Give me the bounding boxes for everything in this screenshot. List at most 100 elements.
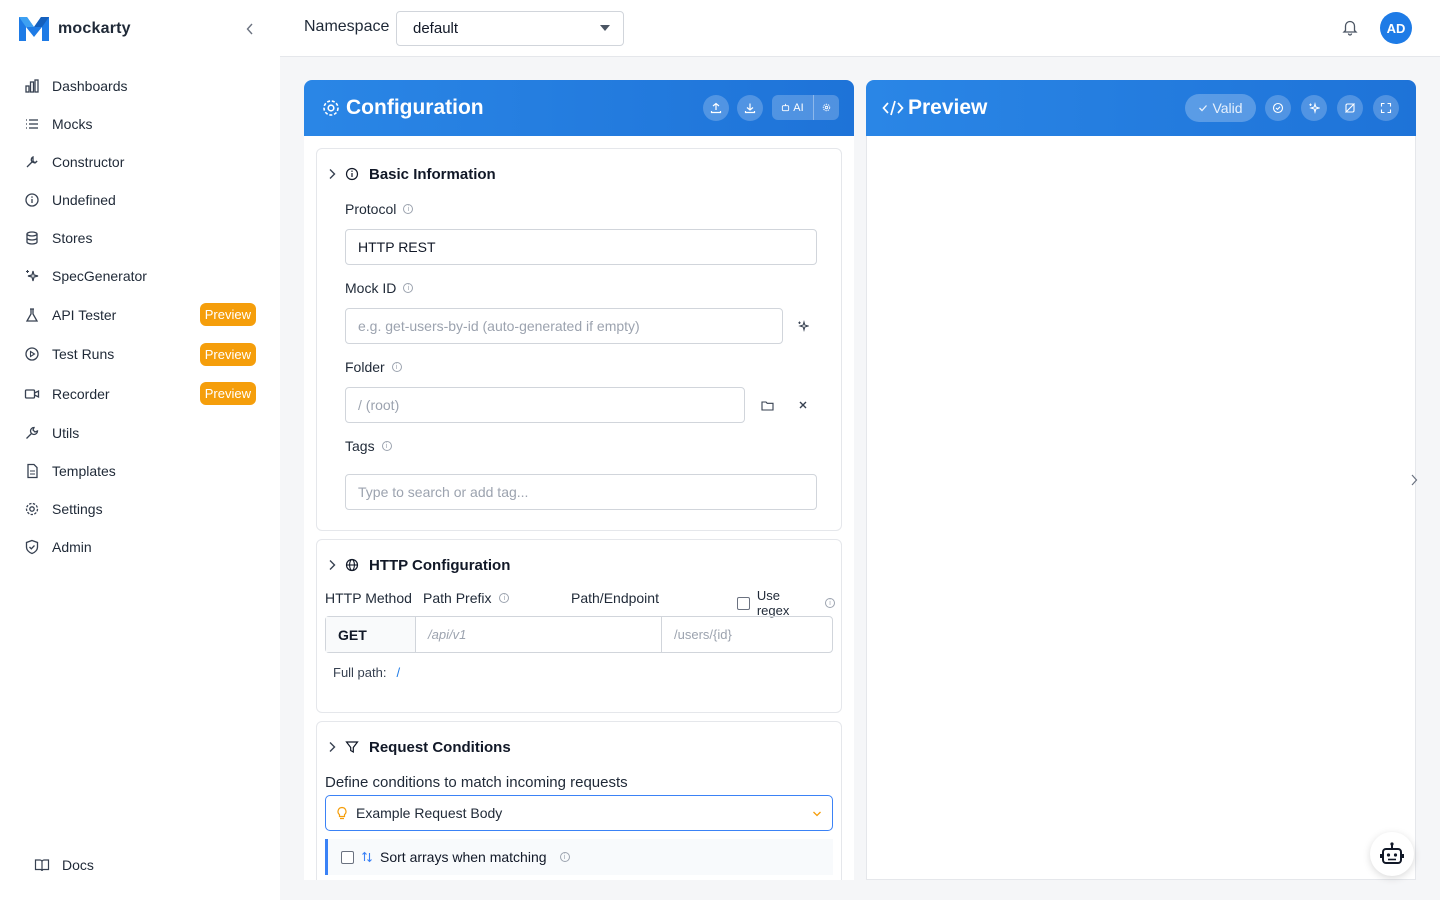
- path-endpoint-input[interactable]: /users/{id}: [662, 617, 832, 652]
- docs-label: Docs: [62, 857, 94, 873]
- sidebar-item-constructor[interactable]: Constructor: [14, 143, 266, 181]
- info-icon[interactable]: i: [499, 593, 510, 603]
- protocol-label-text: Protocol: [345, 201, 397, 217]
- gear-icon: [323, 100, 339, 116]
- sidebar-item-specgenerator[interactable]: SpecGenerator: [14, 257, 266, 295]
- namespace-select[interactable]: default: [396, 11, 624, 46]
- section-title: Request Conditions: [369, 738, 511, 756]
- preview-badge: Preview: [199, 342, 256, 366]
- folder-placeholder: / (root): [358, 397, 400, 413]
- expand-preview-button[interactable]: [1410, 473, 1422, 489]
- use-regex-checkbox[interactable]: [737, 596, 750, 610]
- sidebar-item-label: Test Runs: [52, 346, 115, 363]
- avatar[interactable]: AD: [1380, 12, 1412, 44]
- docs-link[interactable]: Docs: [34, 857, 94, 873]
- notifications-button[interactable]: [1341, 18, 1359, 36]
- sidebar-item-label: Admin: [52, 538, 92, 555]
- preview-body: [866, 136, 1416, 880]
- robot-icon: [782, 103, 790, 112]
- path-endpoint-label: Path/Endpoint: [571, 590, 659, 606]
- chevron-right-icon: [329, 169, 336, 179]
- file-icon: [24, 463, 40, 479]
- browse-folder-button[interactable]: [755, 393, 779, 417]
- collapse-sidebar-button[interactable]: [242, 19, 258, 39]
- expand-icon: [1380, 102, 1392, 114]
- assistant-bot-button[interactable]: [1370, 832, 1414, 876]
- info-icon[interactable]: i: [559, 852, 570, 862]
- gear-icon: [822, 103, 831, 112]
- http-method-select[interactable]: GET: [326, 617, 416, 652]
- fullscreen-button[interactable]: [1373, 95, 1399, 121]
- path-prefix-input[interactable]: /api/v1: [416, 617, 662, 652]
- download-button[interactable]: [737, 95, 763, 121]
- sidebar-item-settings[interactable]: Settings: [14, 490, 266, 528]
- info-icon[interactable]: i: [403, 283, 414, 293]
- wrench-icon: [24, 154, 40, 170]
- path-endpoint-placeholder: /users/{id}: [674, 627, 732, 642]
- mock-id-input[interactable]: e.g. get-users-by-id (auto-generated if …: [345, 308, 783, 344]
- preview-header: Preview Valid: [866, 80, 1416, 136]
- eye-off-icon: [1345, 103, 1355, 113]
- sidebar-item-label: Templates: [52, 462, 116, 479]
- mock-id-label: Mock ID i: [345, 280, 414, 296]
- tags-placeholder: Type to search or add tag...: [358, 484, 529, 500]
- generate-button[interactable]: [1301, 95, 1327, 121]
- sidebar-item-templates[interactable]: Templates: [14, 452, 266, 490]
- sidebar-item-stores[interactable]: Stores: [14, 219, 266, 257]
- brand[interactable]: mockarty: [18, 14, 131, 44]
- sidebar-item-test-runs[interactable]: Test Runs Preview: [14, 335, 266, 375]
- sidebar-nav: Dashboards Mocks Constructor Undefined S…: [14, 67, 266, 566]
- http-method-label: HTTP Method: [325, 590, 412, 606]
- sort-arrays-checkbox[interactable]: [341, 850, 354, 864]
- sidebar-item-label: Settings: [52, 500, 103, 517]
- ai-button[interactable]: AI: [772, 95, 814, 120]
- bell-icon: [1342, 20, 1358, 36]
- info-icon[interactable]: i: [403, 204, 414, 214]
- sidebar-item-label: Dashboards: [52, 78, 128, 94]
- sidebar-item-label: Undefined: [52, 192, 116, 208]
- chevron-left-icon: [246, 23, 253, 35]
- generate-id-button[interactable]: [791, 314, 815, 338]
- folder-input[interactable]: / (root): [345, 387, 745, 423]
- lightbulb-icon: [337, 806, 347, 820]
- sidebar-item-dashboards[interactable]: Dashboards: [14, 67, 266, 105]
- use-regex-label: Use regex: [756, 588, 790, 618]
- sidebar-item-utils[interactable]: Utils: [14, 414, 266, 452]
- robot-icon: [1380, 842, 1404, 864]
- tags-label: Tags i: [345, 438, 392, 454]
- ai-settings-button[interactable]: [814, 95, 839, 120]
- preview-badge: Preview: [199, 382, 256, 406]
- basic-information-toggle[interactable]: Basic Information: [327, 163, 496, 185]
- sort-arrays-label: Sort arrays when matching: [380, 849, 547, 865]
- info-icon[interactable]: i: [391, 362, 402, 372]
- preview-title: Preview: [908, 96, 988, 119]
- http-configuration-toggle[interactable]: HTTP Configuration: [327, 554, 510, 576]
- sidebar-item-undefined[interactable]: Undefined: [14, 181, 266, 219]
- info-icon[interactable]: i: [825, 598, 835, 608]
- protocol-label: Protocol i: [345, 201, 414, 217]
- validate-button[interactable]: [1265, 95, 1291, 121]
- sidebar-item-api-tester[interactable]: API Tester Preview: [14, 295, 266, 335]
- hide-preview-button[interactable]: [1337, 95, 1363, 121]
- clear-folder-button[interactable]: [791, 393, 815, 417]
- sidebar-item-recorder[interactable]: Recorder Preview: [14, 374, 266, 414]
- sidebar: mockarty Dashboards Mocks Constructor Un…: [0, 0, 280, 900]
- sidebar-item-label: API Tester: [52, 306, 117, 323]
- protocol-field[interactable]: HTTP REST: [345, 229, 817, 265]
- configuration-header: Configuration AI: [304, 80, 854, 136]
- sidebar-item-admin[interactable]: Admin: [14, 528, 266, 566]
- sidebar-item-mocks[interactable]: Mocks: [14, 105, 266, 143]
- request-conditions-toggle[interactable]: Request Conditions: [327, 736, 511, 758]
- valid-status-button[interactable]: Valid: [1185, 94, 1256, 122]
- preview-badge: Preview: [199, 303, 256, 327]
- sidebar-item-label: Stores: [52, 230, 93, 246]
- tags-input[interactable]: Type to search or add tag...: [345, 474, 817, 510]
- list-icon: [24, 116, 40, 132]
- upload-button[interactable]: [703, 95, 729, 121]
- gear-icon: [24, 501, 40, 517]
- chevron-down-icon: [813, 811, 821, 817]
- example-request-body-select[interactable]: Example Request Body: [325, 795, 833, 831]
- info-icon[interactable]: i: [381, 441, 392, 451]
- caret-down-icon: [600, 25, 610, 31]
- use-regex-option: Use regex i: [737, 588, 835, 618]
